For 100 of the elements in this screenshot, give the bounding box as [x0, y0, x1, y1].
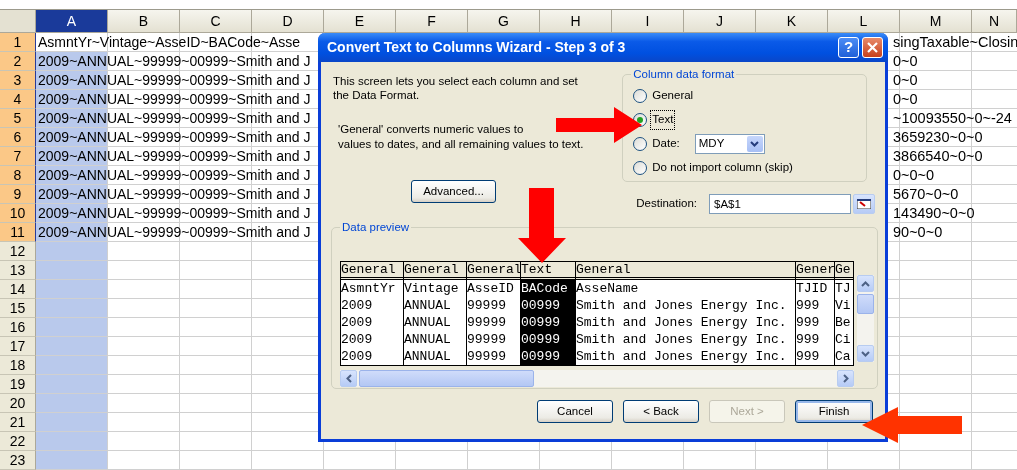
row-header[interactable]: 19 — [0, 375, 36, 394]
column-header[interactable]: I — [612, 10, 684, 33]
scrollbar-thumb[interactable] — [857, 294, 874, 314]
table-cell: 999 — [796, 348, 835, 365]
scroll-left-button[interactable] — [340, 370, 357, 387]
collapse-dialog-button[interactable] — [853, 194, 875, 214]
advanced-button[interactable]: Advanced... — [411, 180, 496, 203]
table-cell-text: Be — [835, 314, 852, 331]
radio-button[interactable] — [633, 137, 648, 151]
cell-text: 3659230~0~0 — [893, 128, 983, 146]
column-header[interactable]: K — [756, 10, 828, 33]
row-header[interactable]: 20 — [0, 394, 36, 413]
cell-text: 143490~0~0 — [893, 204, 975, 222]
row-header[interactable]: 23 — [0, 451, 36, 470]
column-header[interactable]: J — [684, 10, 756, 33]
column-type-header[interactable]: Ge — [835, 262, 853, 280]
chevron-down-icon — [861, 350, 870, 357]
column-header[interactable]: N — [972, 10, 1017, 33]
row-header[interactable]: 16 — [0, 318, 36, 337]
table-cell: ANNUAL — [404, 331, 467, 348]
help-button[interactable]: ? — [838, 37, 859, 58]
radio-label[interactable]: Date: — [651, 135, 681, 153]
cell-text: ~10093550~0~-24 — [893, 109, 1012, 127]
radio-label[interactable]: Text — [651, 111, 675, 129]
radio-label[interactable]: General — [651, 87, 695, 105]
cell-text: 0~0~0 — [893, 166, 935, 184]
radio-button[interactable] — [633, 89, 648, 103]
column-type-header[interactable]: General — [576, 262, 796, 280]
dialog-button[interactable]: Finish — [795, 400, 873, 423]
column-header[interactable]: M — [900, 10, 972, 33]
dropdown-button[interactable] — [746, 136, 763, 152]
vertical-scrollbar[interactable] — [857, 275, 874, 362]
row-header[interactable]: 5 — [0, 109, 36, 128]
table-cell: Smith and Jones Energy Inc. — [576, 297, 796, 314]
column-type-header[interactable]: General — [467, 262, 521, 280]
row-header[interactable]: 11 — [0, 223, 36, 242]
table-cell: 2009 — [341, 348, 404, 365]
close-icon — [867, 42, 878, 53]
dialog-button[interactable]: < Back — [623, 400, 699, 423]
row-header[interactable]: 3 — [0, 71, 36, 90]
table-cell: 00999 — [521, 297, 576, 314]
row-header[interactable]: 6 — [0, 128, 36, 147]
table-cell-text: Ca — [835, 348, 852, 365]
column-header[interactable]: L — [828, 10, 900, 33]
row-header[interactable]: 7 — [0, 147, 36, 166]
table-cell: 999 — [796, 314, 835, 331]
column-header[interactable]: C — [180, 10, 252, 33]
table-cell: 2009 — [341, 331, 404, 348]
table-cell: 999 — [796, 331, 835, 348]
row-header[interactable]: 4 — [0, 90, 36, 109]
row-header[interactable]: 12 — [0, 242, 36, 261]
destination-field[interactable]: $A$1 — [709, 194, 851, 214]
close-button[interactable] — [862, 37, 883, 58]
cell-text: 2009~ANNUAL~99999~00999~Smith and J — [37, 185, 311, 203]
table-cell: Smith and Jones Energy Inc. — [576, 314, 796, 331]
radio-label[interactable]: Do not import column (skip) — [651, 159, 794, 177]
scroll-right-button[interactable] — [837, 370, 854, 387]
chevron-left-icon — [345, 374, 352, 383]
dialog-button[interactable]: Cancel — [537, 400, 613, 423]
row-header[interactable]: 14 — [0, 280, 36, 299]
cell-text: 2009~ANNUAL~99999~00999~Smith and J — [37, 166, 311, 184]
row-header[interactable]: 21 — [0, 413, 36, 432]
note-text: values to dates, and all remaining values to text. — [338, 137, 585, 152]
radio-button[interactable] — [633, 161, 648, 175]
table-cell: 00999 — [521, 331, 576, 348]
row-header[interactable]: 13 — [0, 261, 36, 280]
row-header[interactable]: 1 — [0, 33, 36, 52]
row-header[interactable]: 10 — [0, 204, 36, 223]
column-header[interactable]: B — [108, 10, 180, 33]
column-header[interactable]: E — [324, 10, 396, 33]
scrollbar-thumb[interactable] — [359, 370, 534, 387]
row-header[interactable]: 9 — [0, 185, 36, 204]
row-header[interactable]: 17 — [0, 337, 36, 356]
scroll-up-button[interactable] — [857, 275, 874, 292]
dropdown-value: MDY — [698, 136, 725, 152]
scroll-down-button[interactable] — [857, 345, 874, 362]
date-format-dropdown[interactable]: MDY — [694, 134, 765, 154]
cell-text: 2009~ANNUAL~99999~00999~Smith and J — [37, 90, 311, 108]
table-cell: ANNUAL — [404, 297, 467, 314]
row-header[interactable]: 8 — [0, 166, 36, 185]
row-header[interactable]: 18 — [0, 356, 36, 375]
row-header[interactable]: 22 — [0, 432, 36, 451]
column-type-header[interactable]: General — [404, 262, 467, 280]
group-label: Data preview — [340, 220, 412, 234]
table-cell: Smith and Jones Energy Inc. — [576, 331, 796, 348]
row-header[interactable]: 2 — [0, 52, 36, 71]
table-cell: 2009 — [341, 314, 404, 331]
column-header[interactable]: D — [252, 10, 324, 33]
column-header[interactable]: H — [540, 10, 612, 33]
column-header[interactable]: F — [396, 10, 468, 33]
note-text: 'General' converts numeric values to — [338, 122, 525, 137]
column-type-header[interactable]: General — [341, 262, 404, 280]
destination-label: Destination: — [636, 196, 697, 212]
horizontal-scrollbar[interactable] — [340, 370, 854, 387]
column-header[interactable]: A — [36, 10, 108, 33]
table-cell-text: Vi — [835, 297, 852, 314]
column-type-header[interactable]: Text — [521, 262, 576, 280]
row-header[interactable]: 15 — [0, 299, 36, 318]
column-header[interactable]: G — [468, 10, 540, 33]
cell-text: 5670~0~0 — [893, 185, 959, 203]
